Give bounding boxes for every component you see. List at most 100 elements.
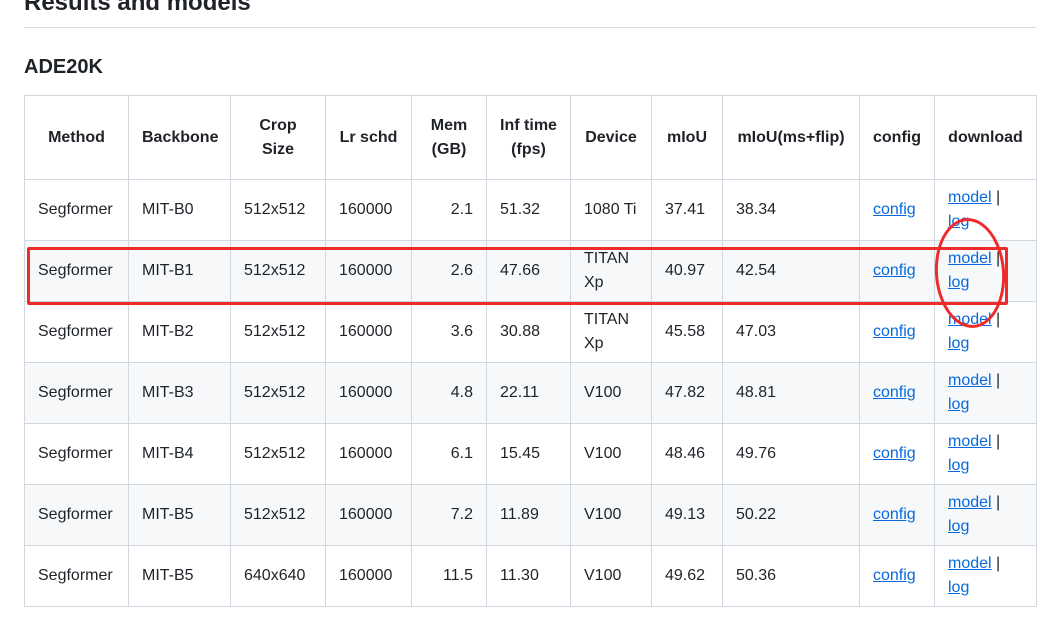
cell-lr-schd: 160000 <box>325 301 412 363</box>
model-link[interactable]: model <box>948 494 992 511</box>
cell-inf-time: 47.66 <box>486 240 571 302</box>
table-row: Segformer MIT-B5 640x640 160000 11.5 11.30 V10… <box>24 545 1037 607</box>
log-link[interactable]: log <box>948 579 969 596</box>
cell-crop-size: 512x512 <box>230 362 326 424</box>
log-link[interactable]: log <box>948 274 969 291</box>
column-header-miou: mIoU <box>651 95 723 180</box>
cell-backbone: MIT-B0 <box>128 179 231 241</box>
column-header-download: download <box>934 95 1037 180</box>
cell-inf-time: 11.89 <box>486 484 571 546</box>
table-header: Method Backbone Crop Size Lr schd Mem (GB) In… <box>24 95 1037 180</box>
cell-miou: 49.13 <box>651 484 723 546</box>
cell-mem: 4.8 <box>411 362 487 424</box>
cell-config: config <box>859 240 935 302</box>
model-link[interactable]: model <box>948 189 992 206</box>
header-row: Method Backbone Crop Size Lr schd Mem (GB) In… <box>24 95 1037 180</box>
link-separator: | <box>996 250 1001 267</box>
cell-mem: 6.1 <box>411 423 487 485</box>
link-separator: | <box>996 555 1001 572</box>
cell-crop-size: 512x512 <box>230 423 326 485</box>
config-link[interactable]: config <box>873 201 916 218</box>
log-link[interactable]: log <box>948 396 969 413</box>
cell-miou: 49.62 <box>651 545 723 607</box>
cell-mem: 3.6 <box>411 301 487 363</box>
cell-crop-size: 512x512 <box>230 301 326 363</box>
link-separator: | <box>996 433 1001 450</box>
table-row: Segformer MIT-B2 512x512 160000 3.6 30.88 TITA… <box>24 301 1037 363</box>
config-link[interactable]: config <box>873 506 916 523</box>
cell-lr-schd: 160000 <box>325 423 412 485</box>
config-link[interactable]: config <box>873 384 916 401</box>
cell-method: Segformer <box>24 423 129 485</box>
log-link[interactable]: log <box>948 213 969 230</box>
cell-backbone: MIT-B4 <box>128 423 231 485</box>
model-link[interactable]: model <box>948 433 992 450</box>
cell-inf-time: 11.30 <box>486 545 571 607</box>
cell-download: model | log <box>934 484 1037 546</box>
cell-crop-size: 512x512 <box>230 240 326 302</box>
log-link[interactable]: log <box>948 457 969 474</box>
cell-device: V100 <box>570 423 652 485</box>
column-header-miou-ms: mIoU(ms+flip) <box>722 95 860 180</box>
config-link[interactable]: config <box>873 323 916 340</box>
page: Results and models ADE20K Method Backbone… <box>0 0 1044 622</box>
cell-config: config <box>859 423 935 485</box>
cell-download: model | log <box>934 301 1037 363</box>
column-header-config: config <box>859 95 935 180</box>
cell-method: Segformer <box>24 545 129 607</box>
cell-mem: 2.1 <box>411 179 487 241</box>
cell-config: config <box>859 484 935 546</box>
cell-mem: 2.6 <box>411 240 487 302</box>
cell-download: model | log <box>934 240 1037 302</box>
model-link[interactable]: model <box>948 555 992 572</box>
log-link[interactable]: log <box>948 335 969 352</box>
cell-miou-ms: 50.22 <box>722 484 860 546</box>
cell-miou: 40.97 <box>651 240 723 302</box>
link-separator: | <box>996 494 1001 511</box>
table-row: Segformer MIT-B1 512x512 160000 2.6 47.66 TITA… <box>24 240 1037 302</box>
table-row: Segformer MIT-B5 512x512 160000 7.2 11.89 V100… <box>24 484 1037 546</box>
cell-lr-schd: 160000 <box>325 484 412 546</box>
log-link[interactable]: log <box>948 518 969 535</box>
column-header-method: Method <box>24 95 129 180</box>
cell-config: config <box>859 179 935 241</box>
model-link[interactable]: model <box>948 311 992 328</box>
config-link[interactable]: config <box>873 567 916 584</box>
config-link[interactable]: config <box>873 262 916 279</box>
dataset-title: ADE20K <box>24 56 103 78</box>
config-link[interactable]: config <box>873 445 916 462</box>
cell-miou: 45.58 <box>651 301 723 363</box>
cell-lr-schd: 160000 <box>325 240 412 302</box>
column-header-inf-time: Inf time (fps) <box>486 95 571 180</box>
cell-backbone: MIT-B5 <box>128 545 231 607</box>
column-header-device: Device <box>570 95 652 180</box>
cell-backbone: MIT-B5 <box>128 484 231 546</box>
cell-download: model | log <box>934 545 1037 607</box>
cell-inf-time: 22.11 <box>486 362 571 424</box>
cell-backbone: MIT-B3 <box>128 362 231 424</box>
section-title: Results and models <box>24 0 1036 28</box>
cell-inf-time: 15.45 <box>486 423 571 485</box>
column-header-backbone: Backbone <box>128 95 231 180</box>
model-link[interactable]: model <box>948 250 992 267</box>
cell-miou: 47.82 <box>651 362 723 424</box>
cell-download: model | log <box>934 362 1037 424</box>
cell-method: Segformer <box>24 301 129 363</box>
cell-lr-schd: 160000 <box>325 545 412 607</box>
cell-config: config <box>859 545 935 607</box>
link-separator: | <box>996 189 1001 206</box>
results-table: Method Backbone Crop Size Lr schd Mem (GB) In… <box>24 95 1037 607</box>
cell-miou-ms: 42.54 <box>722 240 860 302</box>
table-row: Segformer MIT-B3 512x512 160000 4.8 22.11 V100… <box>24 362 1037 424</box>
model-link[interactable]: model <box>948 372 992 389</box>
cell-method: Segformer <box>24 484 129 546</box>
cell-backbone: MIT-B1 <box>128 240 231 302</box>
table-row: Segformer MIT-B0 512x512 160000 2.1 51.32 1080… <box>24 179 1037 241</box>
column-header-mem: Mem (GB) <box>411 95 487 180</box>
cell-device: V100 <box>570 362 652 424</box>
cell-device: V100 <box>570 545 652 607</box>
cell-miou-ms: 38.34 <box>722 179 860 241</box>
cell-method: Segformer <box>24 240 129 302</box>
cell-device: TITAN Xp <box>570 301 652 363</box>
cell-mem: 7.2 <box>411 484 487 546</box>
